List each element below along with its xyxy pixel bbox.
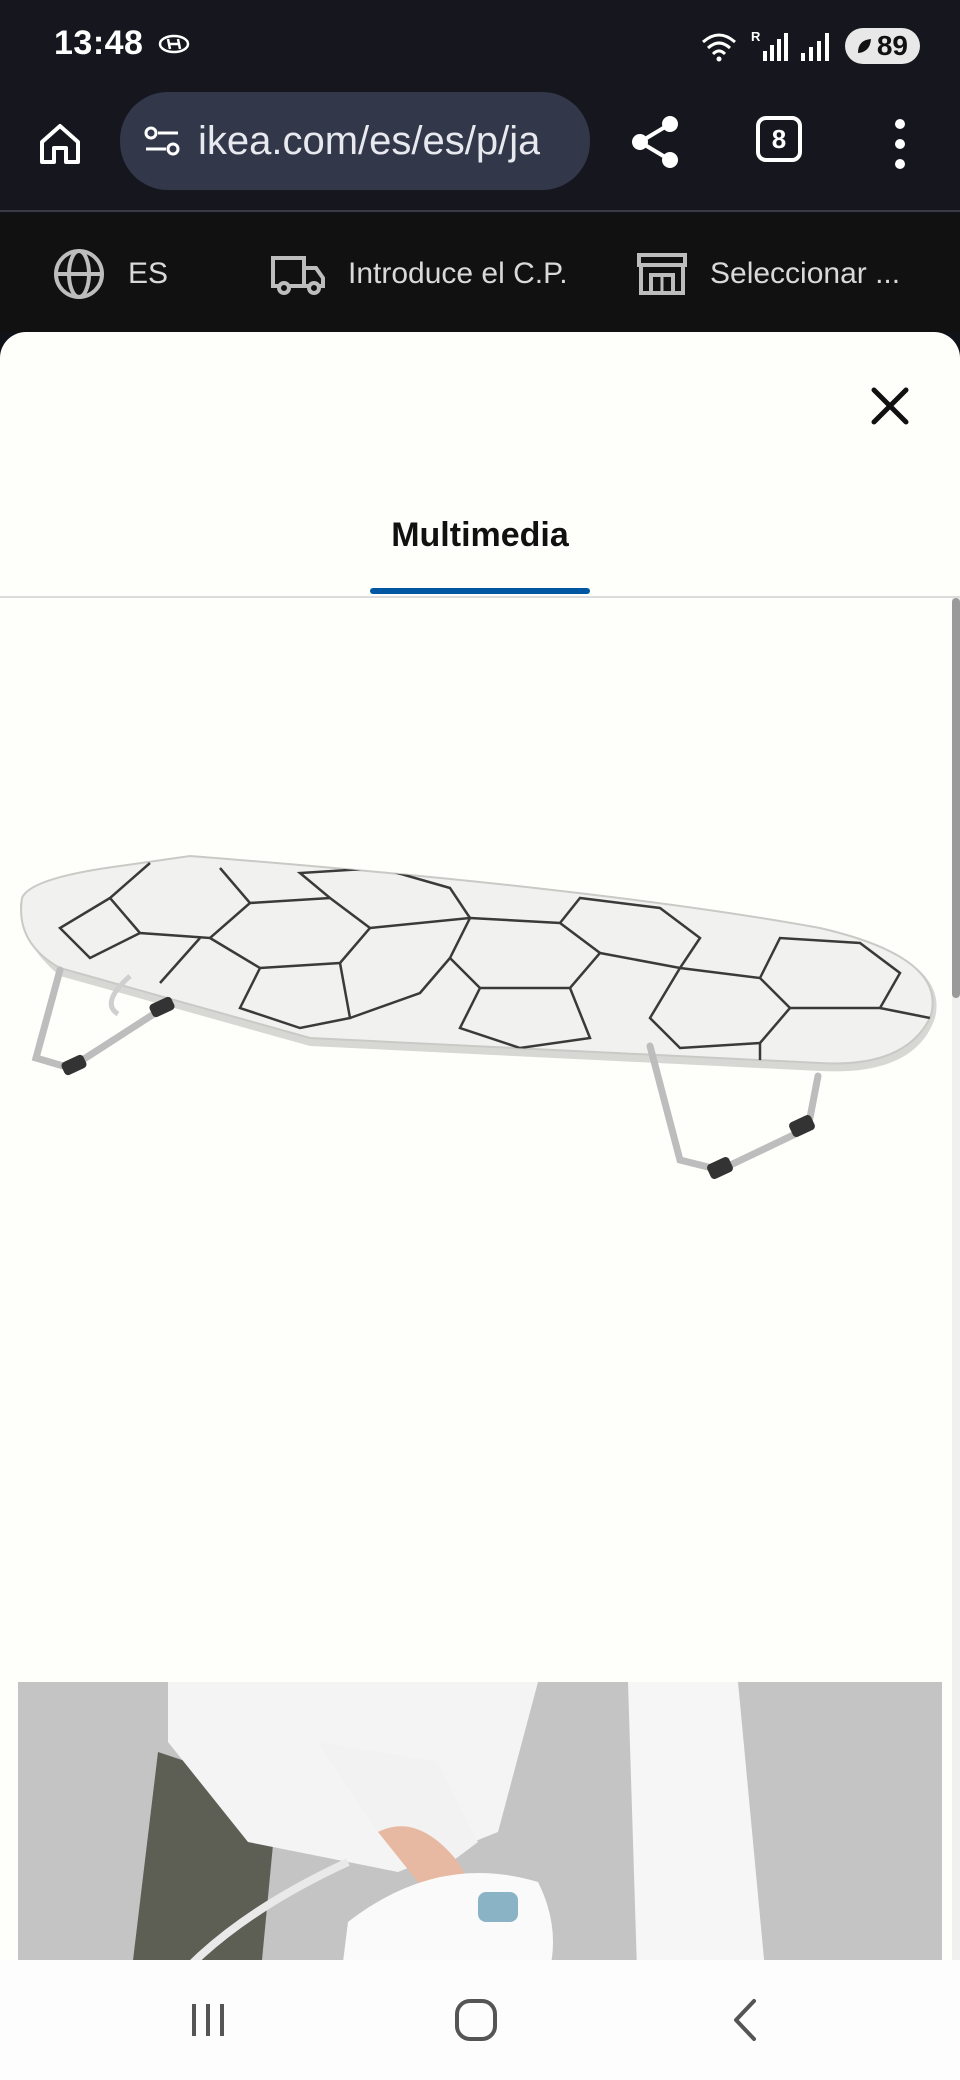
tab-active-indicator	[370, 588, 590, 594]
back-button[interactable]	[706, 1990, 786, 2050]
ironing-board-product-image[interactable]	[0, 598, 944, 1666]
browser-toolbar: ikea.com/es/es/p/ja 8	[0, 92, 960, 212]
language-selector[interactable]: ES	[52, 246, 168, 302]
person-ironing-illustration	[18, 1682, 942, 2000]
battery-indicator: 89	[844, 28, 920, 64]
signal-icon	[800, 33, 829, 61]
recent-apps-button[interactable]	[168, 1990, 248, 2050]
store-selector[interactable]: Seleccionar ...	[636, 246, 900, 302]
recent-apps-icon	[192, 2004, 224, 2036]
postal-code-selector[interactable]: Introduce el C.P.	[270, 246, 568, 302]
share-icon[interactable]	[626, 110, 686, 174]
screen: 13:48 R 89 ikea.com/es/es/p/ja 8 ES Intr…	[0, 0, 960, 2080]
back-icon	[734, 1999, 756, 2041]
scrollbar-thumb[interactable]	[952, 598, 960, 998]
battery-level: 89	[876, 30, 908, 61]
media-modal: Multimedia	[0, 332, 960, 2000]
home-nav-icon	[455, 1999, 497, 2041]
battery-leaf-icon	[857, 39, 871, 53]
home-nav-button[interactable]	[436, 1990, 516, 2050]
truck-icon	[271, 256, 325, 295]
hyundai-logo-icon	[158, 34, 190, 54]
wifi-icon	[701, 33, 736, 62]
url-text[interactable]: ikea.com/es/es/p/ja	[198, 119, 540, 164]
home-icon	[40, 124, 80, 164]
globe-icon	[54, 249, 104, 299]
tab-multimedia-label: Multimedia	[391, 516, 569, 554]
tab-multimedia[interactable]: Multimedia	[370, 510, 590, 594]
menu-dots-icon[interactable]	[880, 114, 920, 174]
close-icon[interactable]	[866, 382, 914, 430]
address-bar[interactable]: ikea.com/es/es/p/ja	[120, 92, 590, 190]
svg-text:R: R	[751, 29, 761, 44]
postal-code-label: Introduce el C.P.	[348, 257, 568, 290]
status-bar: 13:48 R 89	[0, 0, 960, 92]
site-settings-icon[interactable]	[140, 119, 184, 163]
store-icon	[637, 253, 687, 295]
status-icons: R 89	[699, 26, 920, 66]
tab-switcher-button[interactable]: 8	[756, 116, 802, 162]
ironing-board-illustration	[20, 854, 937, 1180]
language-label: ES	[128, 257, 169, 290]
store-label: Seleccionar ...	[710, 257, 901, 290]
ikea-utility-bar: ES Introduce el C.P. Seleccionar ...	[0, 214, 960, 332]
person-ironing-image[interactable]	[18, 1682, 942, 2000]
signal-r-icon: R	[751, 29, 788, 61]
status-time: 13:48	[54, 24, 144, 62]
home-button[interactable]	[30, 114, 90, 174]
system-nav-bar	[0, 1960, 960, 2080]
